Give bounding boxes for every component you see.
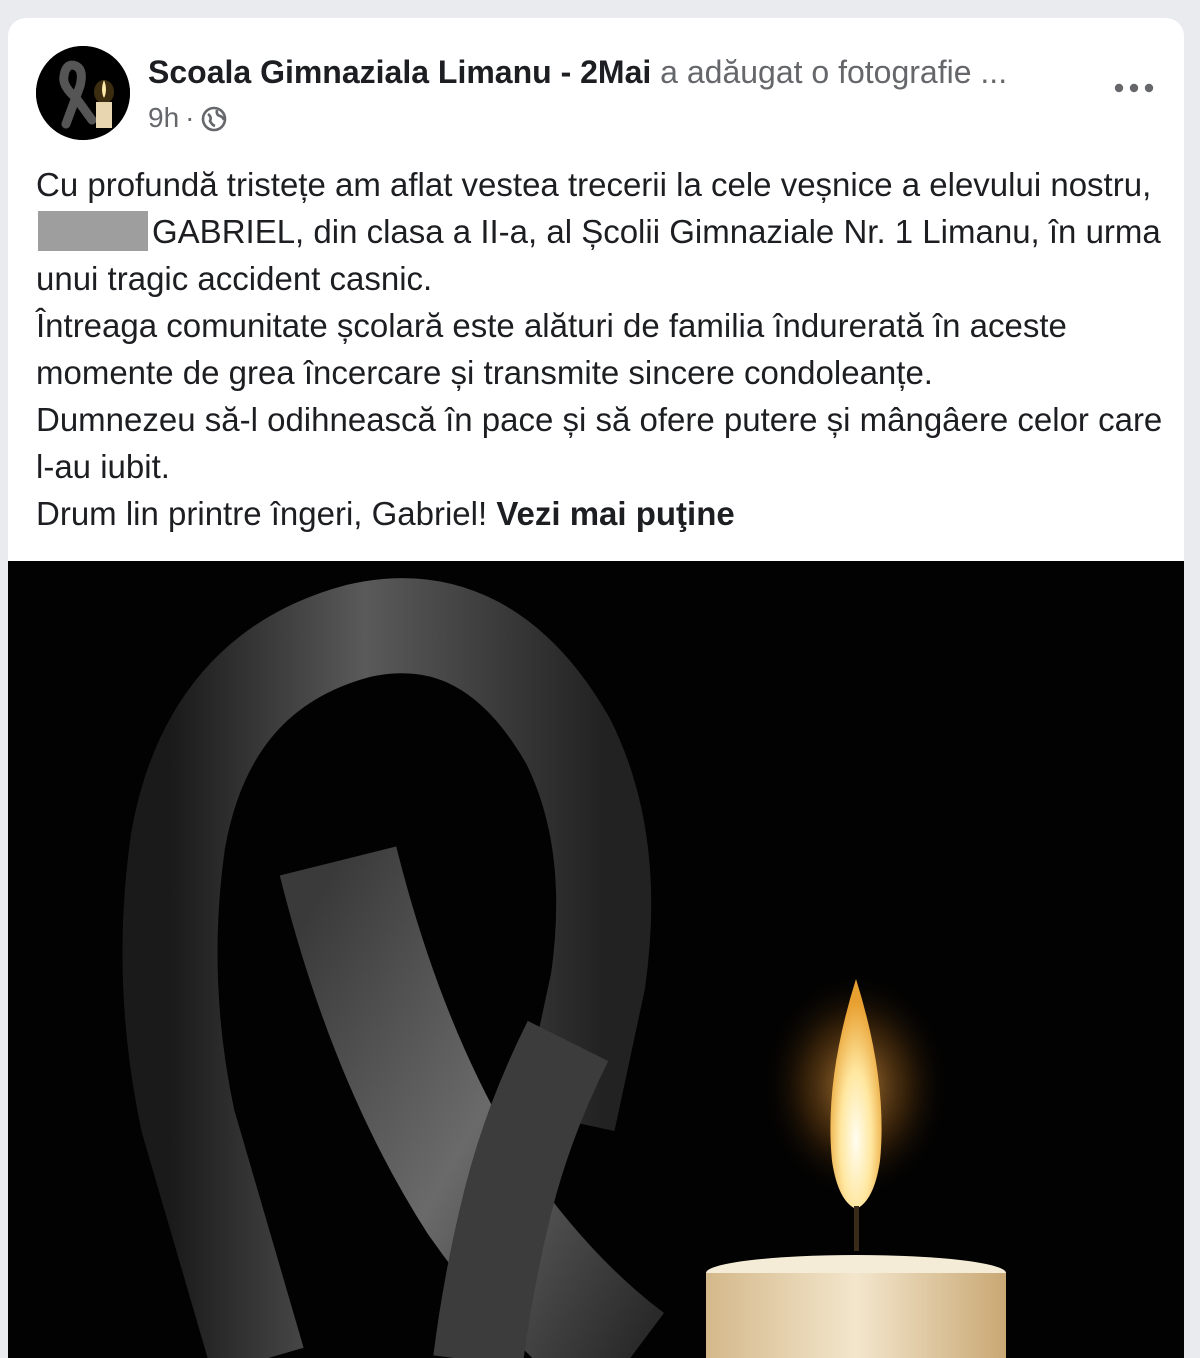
page-avatar[interactable] [36, 46, 130, 140]
body-text-1: Cu profundă tristețe am aflat vestea tre… [36, 166, 1152, 203]
post-card: Scoala Gimnaziala Limanu - 2Mai a adăuga… [8, 18, 1184, 1358]
author-line: Scoala Gimnaziala Limanu - 2Mai a adăuga… [148, 52, 1007, 92]
body-text-4: Drum lin printre îngeri, Gabriel! [36, 495, 488, 532]
more-options-button[interactable] [1106, 70, 1162, 106]
post-header: Scoala Gimnaziala Limanu - 2Mai a adăuga… [8, 18, 1184, 148]
body-text-1-continued: GABRIEL, din clasa a II-a, al Școlii Gim… [36, 213, 1161, 297]
globe-icon[interactable] [200, 105, 228, 133]
body-paragraph-1: Cu profundă tristețe am aflat vestea tre… [36, 161, 1166, 302]
post-body: Cu profundă tristețe am aflat vestea tre… [36, 161, 1166, 537]
see-less-link[interactable]: Vezi mai puţine [496, 495, 734, 532]
ribbon-candle-avatar-icon [36, 46, 130, 140]
post-time-link[interactable]: 9h [148, 100, 179, 136]
more-options-icon [1114, 83, 1154, 93]
post-meta: 9h · [148, 100, 228, 136]
body-paragraph-2: Întreaga comunitate școlară este alături… [36, 307, 1067, 391]
author-name-link[interactable]: Scoala Gimnaziala Limanu - 2Mai [148, 54, 651, 90]
redacted-name [38, 211, 148, 251]
mourning-ribbon-candle-image [8, 561, 1184, 1358]
body-paragraph-3: Dumnezeu să-l odihnească în pace și să o… [36, 401, 1163, 485]
action-text: a adăugat o fotografie ... [660, 54, 1008, 90]
post-photo[interactable] [8, 561, 1184, 1358]
body-paragraph-4: Drum lin printre îngeri, Gabriel! Vezi m… [36, 490, 1166, 537]
meta-separator: · [185, 102, 195, 133]
